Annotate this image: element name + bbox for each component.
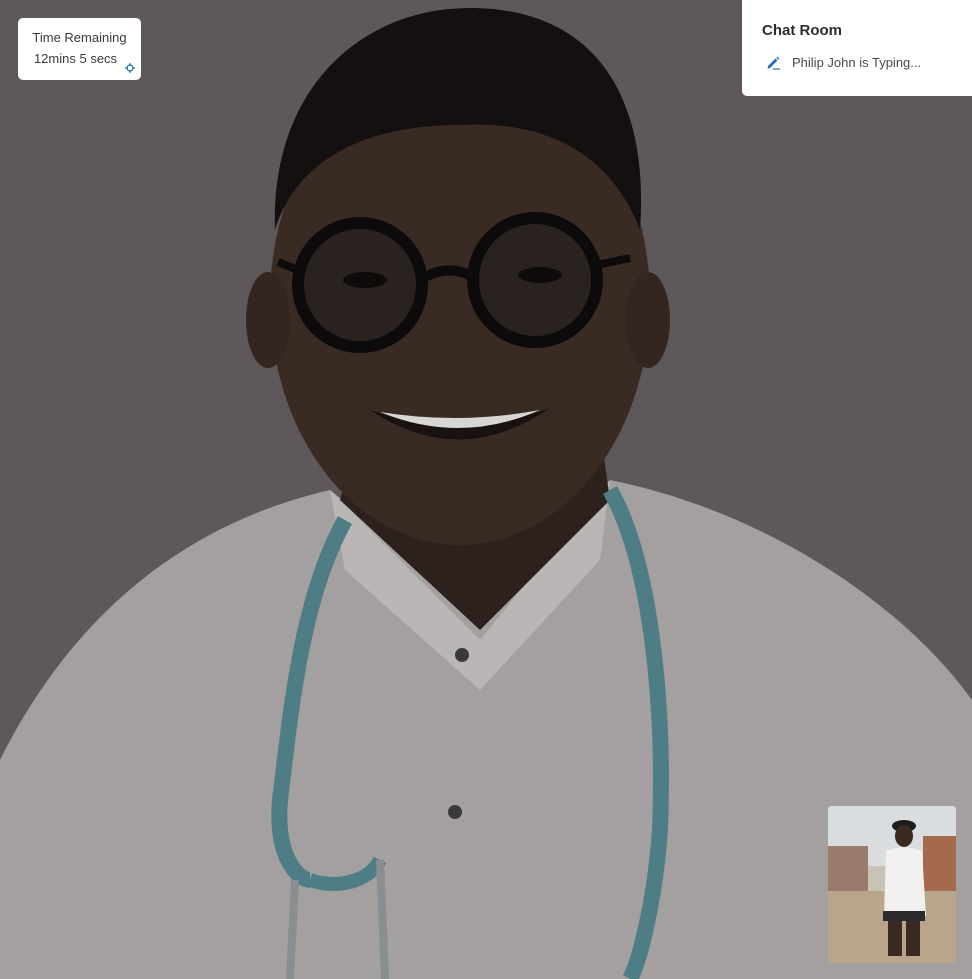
- time-remaining-card: Time Remaining 12mins 5 secs: [18, 18, 141, 80]
- remote-video-feed: [0, 0, 972, 979]
- time-remaining-value: 12mins 5 secs: [33, 51, 118, 66]
- self-view-video[interactable]: [828, 806, 956, 963]
- crosshair-icon: [125, 63, 135, 73]
- pen-icon: [767, 56, 780, 70]
- chat-room-title: Chat Room: [762, 22, 842, 39]
- chat-room-panel[interactable]: Chat Room Philip John is Typing...: [742, 0, 972, 96]
- self-view-image: [828, 806, 956, 963]
- video-call-screen: Time Remaining 12mins 5 secs Chat Room P…: [0, 0, 972, 979]
- typing-indicator: Philip John is Typing...: [766, 55, 921, 70]
- typing-status-text: Philip John is Typing...: [792, 55, 922, 70]
- doctor-video-image: [0, 0, 972, 979]
- time-remaining-label: Time Remaining: [32, 30, 127, 45]
